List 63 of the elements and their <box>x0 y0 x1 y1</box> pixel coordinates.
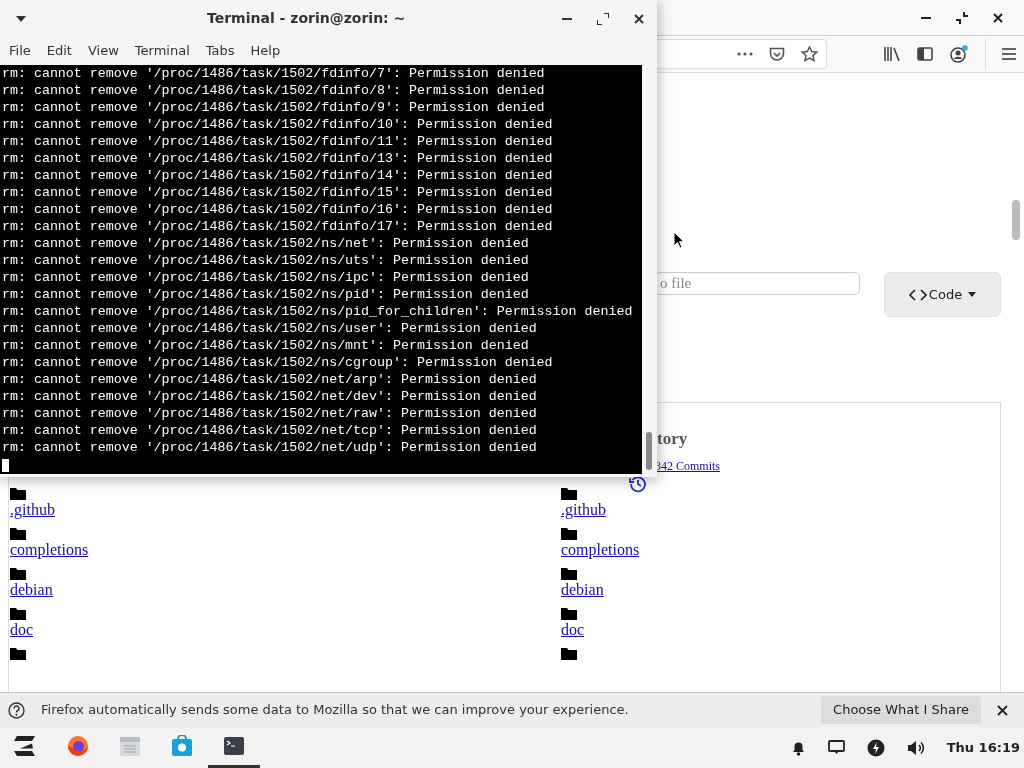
folder-icon <box>10 487 26 501</box>
library-icon[interactable] <box>884 47 901 61</box>
folder-icon <box>561 647 577 661</box>
choose-what-i-share-button[interactable]: Choose What I Share <box>821 696 981 724</box>
clock[interactable]: Thu 16:19 <box>946 737 1020 758</box>
scrollbar-thumb[interactable] <box>646 432 652 470</box>
mouse-cursor-icon <box>673 231 685 249</box>
close-icon[interactable] <box>993 12 1003 23</box>
folder-link[interactable]: doc <box>10 620 34 641</box>
account-icon[interactable] <box>949 45 969 63</box>
menu-icon[interactable] <box>1002 48 1016 60</box>
code-icon <box>908 288 927 301</box>
folder-icon <box>561 527 577 541</box>
search-field[interactable]: o file <box>655 272 860 295</box>
folder-icon <box>10 527 26 541</box>
terminal-output[interactable]: rm: cannot remove '/proc/1486/task/1502/fdinfo/7': Permission denied rm: cannot remove '/proc/1486/task/1502/fdinfo/8': Permission denied rm: cannot remove '/proc/1486/task/1502/fdinfo/9': Permission denied rm: cannot remove '/proc/1486/task/1502/fdinfo/10': Permission denied rm: cannot remove '/proc/1486/task/1502/fdinfo/11': Permission denied rm: cannot remove '/proc/1486/task/1502/fdinfo/13': Permission denied rm: cannot remove '/proc/1486/task/1502/fdinfo/14': Permission denied rm: cannot remove '/proc/1486/task/1502/fdinfo/15': Permission denied rm: cannot remove '/proc/1486/task/1502/fdinfo/16': Permission denied rm: cannot remove '/proc/1486/task/1502/fdinfo/17': Permission denied rm: cannot remove '/proc/1486/task/1502/ns/net': Permission denied rm: cannot remove '/proc/1486/task/1502/ns/uts': Permission denied rm: cannot remove '/proc/1486/task/1502/ns/ipc': Permission denied rm: cannot remove '/proc/1486/task/1502/ns/pid': Permission denied rm: cannot remove '/proc/1486/task/1502/ns/pid_for_children': Permission denied rm: cannot remove '/proc/1486/task/1502/ns/user': Permission denied rm: cannot remove '/proc/1486/task/1502/ns/mnt': Permission denied rm: cannot remove '/proc/1486/task/1502/ns/cgroup': Permission denied rm: cannot remove '/proc/1486/task/1502/net/arp': Permission denied rm: cannot remove '/proc/1486/task/1502/net/dev': Permission denied rm: cannot remove '/proc/1486/task/1502/net/raw': Permission denied rm: cannot remove '/proc/1486/task/1502/net/tcp': Permission denied rm: cannot remove '/proc/1486/task/1502/net/udp': Permission denied <box>0 65 642 474</box>
folder-link[interactable]: debian <box>10 580 53 601</box>
notification-message: Firefox automatically sends some data to Mozilla so that we can improve your experience. <box>41 701 629 720</box>
minimize-icon[interactable] <box>562 17 572 20</box>
address-bar[interactable] <box>655 39 827 69</box>
more-icon[interactable] <box>737 52 753 56</box>
menu-item[interactable]: Edit <box>38 41 80 61</box>
folder-icon <box>10 607 26 621</box>
star-icon[interactable] <box>801 46 818 62</box>
caret-icon <box>968 292 977 297</box>
folder-icon <box>10 647 26 661</box>
folder-icon <box>561 607 577 621</box>
caret-icon[interactable] <box>16 15 26 22</box>
store-icon <box>171 735 193 757</box>
folder-link[interactable]: .github <box>561 500 606 521</box>
menu-item[interactable]: Terminal <box>126 41 198 61</box>
scrollbar-thumb[interactable] <box>1012 200 1020 240</box>
files-icon <box>119 735 141 757</box>
menu-item[interactable]: File <box>1 41 39 61</box>
firefox-icon <box>67 735 89 757</box>
folder-link[interactable]: completions <box>561 540 640 561</box>
menu-item[interactable]: Help <box>242 41 289 61</box>
minimize-icon[interactable] <box>921 16 931 19</box>
terminal-icon <box>223 735 245 757</box>
menu-item[interactable]: Tabs <box>197 41 243 61</box>
history-icon <box>629 475 647 494</box>
folder-icon <box>10 567 26 581</box>
folder-link[interactable]: doc <box>561 620 585 641</box>
menu-item[interactable]: View <box>79 41 127 61</box>
display-icon[interactable] <box>827 740 845 755</box>
pocket-icon[interactable] <box>769 46 785 62</box>
help-icon <box>8 701 25 719</box>
section-heading: tory <box>657 429 688 450</box>
restore-icon[interactable] <box>956 11 968 24</box>
folder-icon <box>561 567 577 581</box>
close-icon[interactable] <box>997 704 1008 716</box>
maximize-icon[interactable] <box>597 12 609 25</box>
text-cursor <box>2 459 9 472</box>
window-title: Terminal - zorin@zorin: ~ <box>207 9 406 28</box>
power-icon[interactable] <box>866 738 885 757</box>
volume-icon[interactable] <box>906 739 925 756</box>
folder-link[interactable]: debian <box>561 580 604 601</box>
folder-icon <box>561 487 577 501</box>
folder-link[interactable]: completions <box>10 540 89 561</box>
code-button[interactable]: Code <box>884 272 1001 317</box>
close-icon[interactable] <box>634 13 644 24</box>
folder-link[interactable]: .github <box>10 500 55 521</box>
sidebar-icon[interactable] <box>917 47 933 61</box>
